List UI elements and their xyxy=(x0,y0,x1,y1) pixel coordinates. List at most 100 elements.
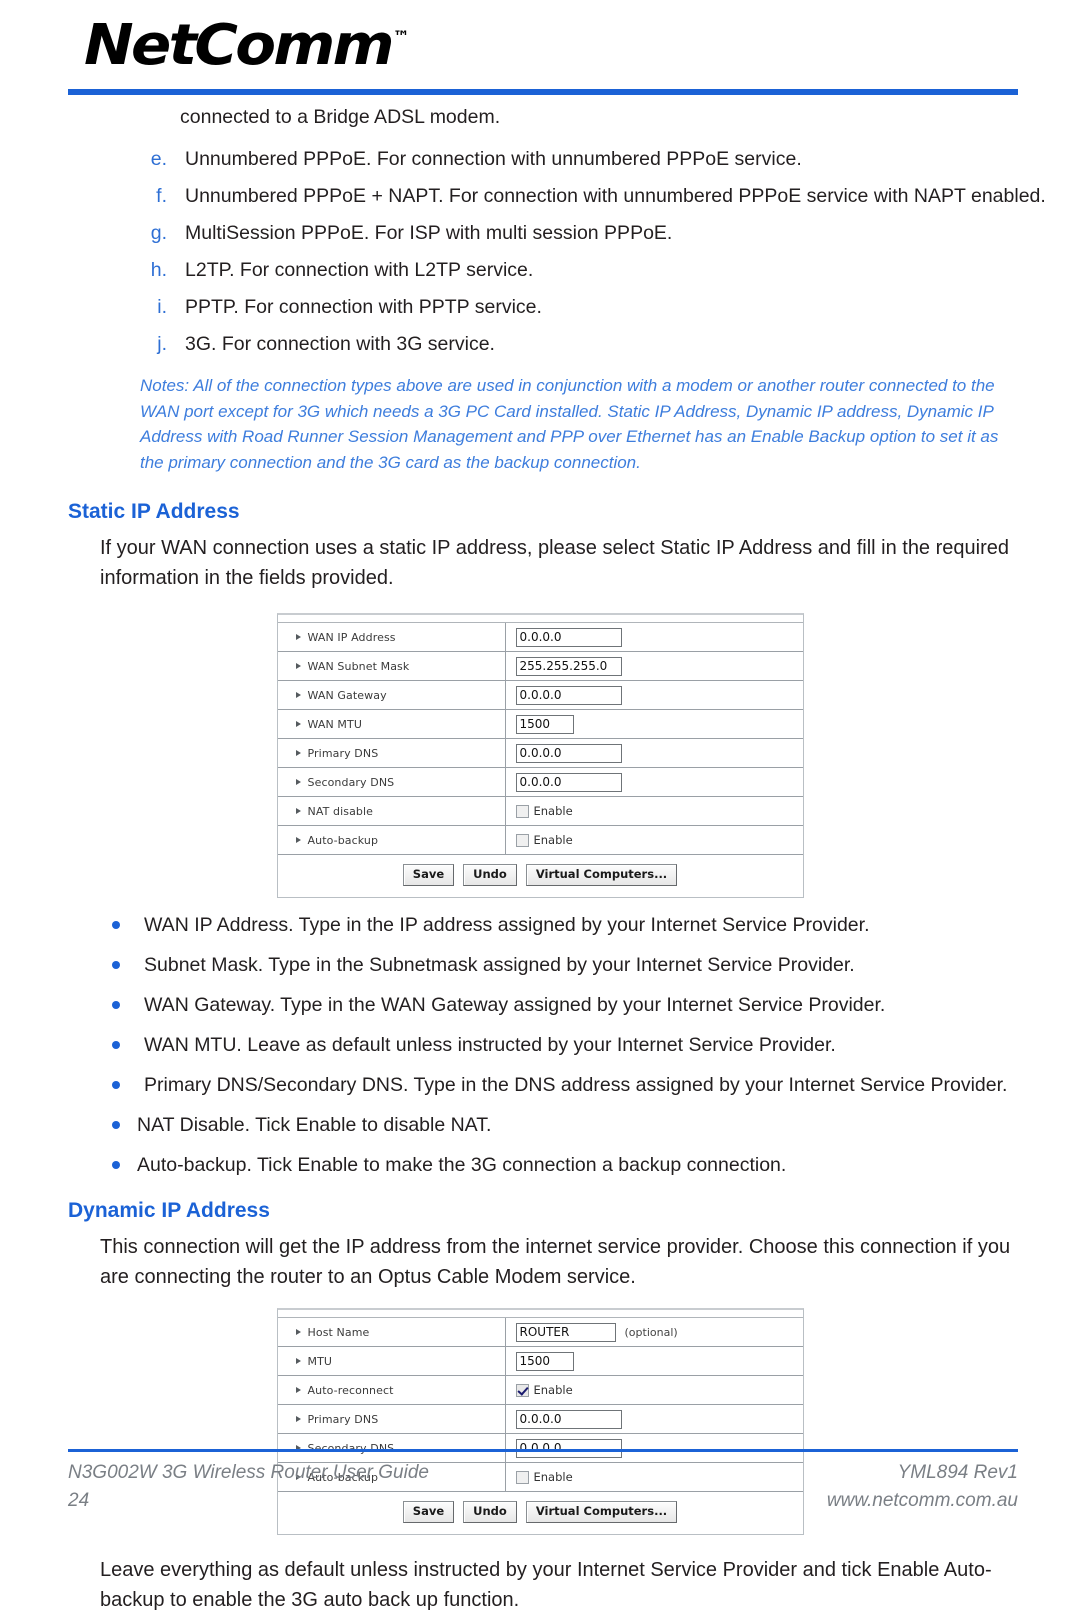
connection-type-item: e. Unnumbered PPPoE. For connection with … xyxy=(140,146,1080,172)
config-row-label-cell: MTU xyxy=(278,1347,506,1376)
dynamic-ip-heading: Dynamic IP Address xyxy=(68,1198,270,1222)
field-description-item: WAN MTU. Leave as default unless instruc… xyxy=(112,1032,1080,1058)
triangle-bullet-icon xyxy=(295,1387,301,1394)
triangle-bullet-icon xyxy=(295,692,301,699)
bullet-dot-icon xyxy=(112,1040,120,1049)
text-input[interactable] xyxy=(515,627,622,647)
config-row-field-cell xyxy=(506,1405,803,1433)
config-row: WAN IP Address xyxy=(277,623,803,653)
logo-wordmark: NetComm xyxy=(84,13,394,78)
connection-type-text: Unnumbered PPPoE. For connection with un… xyxy=(185,148,802,170)
list-marker: g. xyxy=(150,222,167,244)
footer-right-block: YML894 Rev1 www.netcomm.com.au xyxy=(827,1459,1018,1515)
connection-type-item: f. Unnumbered PPPoE + NAPT. For connectio… xyxy=(140,183,1080,209)
triangle-bullet-icon xyxy=(295,837,301,844)
page-content: connected to a Bridge ADSL modem. e. Unnu… xyxy=(0,100,1080,1615)
static-ip-form-buttons: Save Undo Virtual Computers... xyxy=(277,855,803,897)
checkbox-icon[interactable] xyxy=(515,804,529,818)
field-description-item: NAT Disable. Tick Enable to disable NAT. xyxy=(112,1112,1080,1138)
text-input[interactable] xyxy=(515,1409,622,1429)
config-row-field-cell: Enable xyxy=(506,826,803,854)
config-row-label: Auto-reconnect xyxy=(307,1383,394,1397)
config-row: Host Name (optional) xyxy=(277,1318,803,1348)
config-row-label: Auto-backup xyxy=(307,833,379,847)
config-row-label-cell: Primary DNS xyxy=(278,1405,506,1434)
config-row-label: Host Name xyxy=(307,1325,370,1339)
config-row-field-cell: Enable xyxy=(506,1376,803,1404)
text-input[interactable] xyxy=(515,685,622,705)
connection-type-item: j. 3G. For connection with 3G service. xyxy=(140,331,1080,357)
checkbox-label: Enable xyxy=(533,804,573,819)
config-row: WAN Gateway xyxy=(277,681,803,711)
config-row-label-cell: Primary DNS xyxy=(278,739,506,768)
static-ip-field-descriptions: WAN IP Address. Type in the IP address a… xyxy=(112,912,1080,1178)
footer-page-number: 24 xyxy=(68,1490,90,1511)
footer-revision: YML894 Rev1 xyxy=(897,1462,1018,1483)
config-row: WAN MTU xyxy=(277,710,803,740)
notes-block: Notes: All of the connection types above… xyxy=(140,376,999,472)
config-row-field-cell: (optional) xyxy=(506,1318,803,1346)
connection-type-text: PPTP. For connection with PPTP service. xyxy=(185,296,542,318)
list-marker: h. xyxy=(150,259,167,281)
config-row-label-cell: Auto-backup xyxy=(278,826,506,855)
field-suffix-note: (optional) xyxy=(624,1325,678,1339)
text-input[interactable] xyxy=(515,1351,574,1371)
connection-type-text: Unnumbered PPPoE + NAPT. For connection … xyxy=(185,185,1046,207)
text-input[interactable] xyxy=(515,1322,616,1342)
config-row-label: Secondary DNS xyxy=(307,775,395,789)
config-row-field-cell xyxy=(506,768,803,796)
config-row-label-cell: WAN Subnet Mask xyxy=(278,652,506,681)
config-row: Primary DNS xyxy=(277,739,803,769)
text-input[interactable] xyxy=(515,656,622,676)
virtual-computers-button[interactable]: Virtual Computers... xyxy=(525,864,678,886)
field-description-text: NAT Disable. Tick Enable to disable NAT. xyxy=(137,1113,492,1136)
text-input[interactable] xyxy=(515,772,622,792)
triangle-bullet-icon xyxy=(295,1358,301,1365)
connection-type-text: 3G. For connection with 3G service. xyxy=(185,333,495,355)
config-row: WAN Subnet Mask xyxy=(277,652,803,682)
connection-type-item: i. PPTP. For connection with PPTP service… xyxy=(140,294,1080,320)
triangle-bullet-icon xyxy=(295,1329,301,1336)
triangle-bullet-icon xyxy=(295,808,301,815)
field-description-item: Primary DNS/Secondary DNS. Type in the D… xyxy=(112,1072,1080,1098)
checkbox-label: Enable xyxy=(533,833,573,848)
checkbox-field[interactable]: Enable xyxy=(515,1383,573,1397)
config-row-field-cell xyxy=(506,623,803,651)
config-row-field-cell xyxy=(506,739,803,767)
connection-type-text: L2TP. For connection with L2TP service. xyxy=(185,259,534,281)
triangle-bullet-icon xyxy=(295,721,301,728)
field-description-text: WAN IP Address. Type in the IP address a… xyxy=(144,913,870,936)
config-row-field-cell: Enable xyxy=(506,797,803,825)
checkbox-field[interactable]: Enable xyxy=(515,804,573,819)
checkbox-icon[interactable] xyxy=(515,1383,529,1397)
dynamic-ip-intro-paragraph: This connection will get the IP address … xyxy=(100,1236,1011,1289)
panel-top-strip xyxy=(277,615,803,624)
connection-type-item: g. MultiSession PPPoE. For ISP with multi… xyxy=(140,220,1080,246)
checkbox-field[interactable]: Enable xyxy=(515,833,573,848)
text-input[interactable] xyxy=(515,743,622,763)
connection-types-list: e. Unnumbered PPPoE. For connection with … xyxy=(140,146,1080,357)
footer-divider-rule xyxy=(68,1449,1018,1452)
footer-website: www.netcomm.com.au xyxy=(826,1490,1018,1511)
list-marker: e. xyxy=(150,148,167,170)
bullet-dot-icon xyxy=(112,960,120,969)
text-input[interactable] xyxy=(515,714,574,734)
save-button[interactable]: Save xyxy=(402,864,455,886)
field-description-item: WAN Gateway. Type in the WAN Gateway ass… xyxy=(112,992,1080,1018)
config-row: NAT disable Enable xyxy=(277,797,803,827)
config-row: Auto-reconnect Enable xyxy=(277,1376,803,1406)
config-row-label-cell: Host Name xyxy=(278,1318,506,1347)
field-description-text: WAN MTU. Leave as default unless instruc… xyxy=(144,1033,836,1056)
config-row-label: Primary DNS xyxy=(307,746,379,760)
config-row-field-cell xyxy=(506,710,803,738)
footer-left-block: N3G002W 3G Wireless Router User Guide 24 xyxy=(68,1459,429,1515)
checkbox-icon[interactable] xyxy=(515,833,529,847)
undo-button[interactable]: Undo xyxy=(463,864,517,886)
config-row-field-cell xyxy=(506,681,803,709)
triangle-bullet-icon xyxy=(295,779,301,786)
config-row: MTU xyxy=(277,1347,803,1377)
static-ip-config-panel: WAN IP Address WAN Subnet Mask WAN Gateway… xyxy=(276,613,804,898)
config-row-label-cell: Auto-reconnect xyxy=(278,1376,506,1405)
header-divider-rule xyxy=(68,89,1018,95)
config-row-label: WAN IP Address xyxy=(307,630,396,644)
